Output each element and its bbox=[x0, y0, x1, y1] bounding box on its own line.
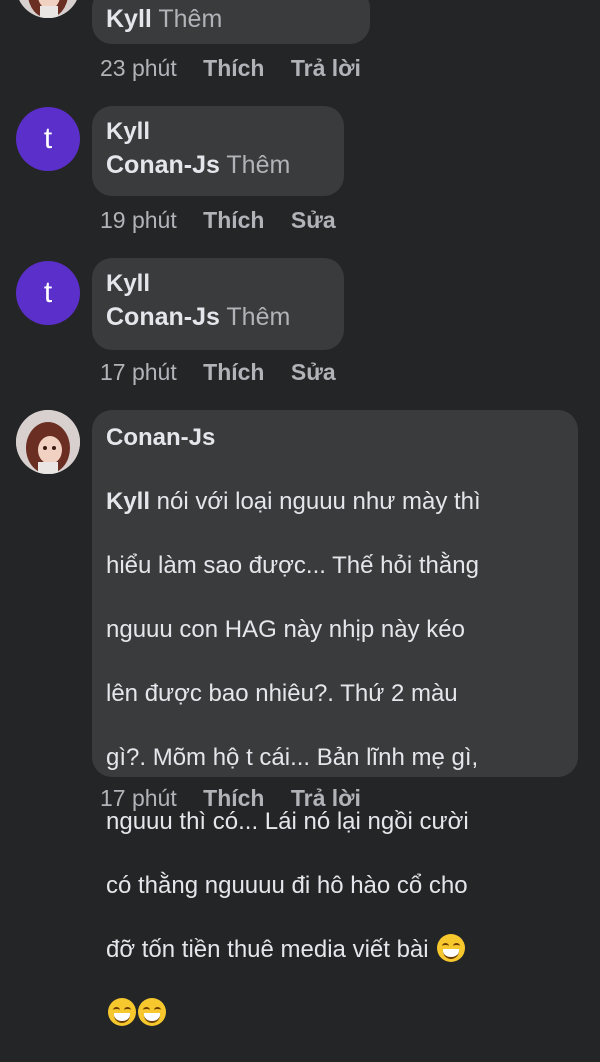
like-button[interactable]: Thích bbox=[203, 357, 264, 387]
grinning-face-icon bbox=[437, 934, 466, 962]
comment-line: gì?. Mõm hộ t cái... Bản lĩnh mẹ gì, bbox=[106, 744, 479, 771]
comment-time: 17 phút bbox=[100, 359, 177, 385]
mention-link[interactable]: Kyll bbox=[106, 488, 150, 515]
comment-text: Kyll Thêm bbox=[106, 2, 356, 36]
comment-meta: 19 phút Thích Sửa bbox=[100, 205, 356, 235]
profile-photo-icon bbox=[16, 410, 80, 474]
comment-bubble: Conan-Js Kyll nói với loại nguuu như mày… bbox=[92, 410, 578, 1026]
comment-line: có thằng nguuuu đi hô hào cổ cho bbox=[106, 872, 468, 899]
comment-text: Kyll nói với loại nguuu như mày thì hiểu… bbox=[106, 454, 564, 1062]
comment-line: Kyll nói với loại nguuu như mày thì bbox=[106, 486, 564, 518]
comment-line: nguuu con HAG này nhịp này kéo bbox=[106, 616, 465, 643]
grinning-face-icon bbox=[108, 998, 136, 1026]
mention-link[interactable]: Conan-Js bbox=[106, 303, 220, 331]
comment-line: đỡ tốn tiền thuê media viết bài bbox=[106, 934, 564, 966]
profile-photo-icon bbox=[16, 0, 80, 18]
comment-author[interactable]: Kyll bbox=[106, 116, 330, 148]
like-button[interactable]: Thích bbox=[203, 53, 264, 83]
comment-bubble: Kyll Thêm bbox=[92, 0, 370, 44]
commenter-avatar[interactable] bbox=[16, 410, 80, 474]
see-more-link[interactable]: Thêm bbox=[226, 303, 290, 331]
reply-button[interactable]: Trả lời bbox=[291, 783, 361, 813]
grinning-face-icon bbox=[138, 998, 166, 1026]
avatar-letter: t bbox=[43, 276, 53, 309]
like-button[interactable]: Thích bbox=[203, 205, 264, 235]
comment-author[interactable]: Conan-Js bbox=[106, 422, 564, 454]
comment-bubble: Kyll Conan-Js Thêm bbox=[92, 258, 344, 350]
edit-button[interactable]: Sửa bbox=[291, 357, 336, 387]
see-more-link[interactable]: Thêm bbox=[158, 5, 222, 33]
mention-link[interactable]: Kyll bbox=[106, 5, 152, 33]
comment-bubble: Kyll Conan-Js Thêm bbox=[92, 106, 344, 196]
commenter-avatar[interactable]: t bbox=[16, 261, 80, 325]
comment-time: 23 phút bbox=[100, 55, 177, 81]
commenter-avatar[interactable]: t bbox=[16, 107, 80, 171]
comment-meta: 17 phút Thích Sửa bbox=[100, 357, 356, 387]
comment-text: Conan-Js Thêm bbox=[106, 300, 330, 334]
reply-button[interactable]: Trả lời bbox=[291, 53, 361, 83]
comment-line: lên được bao nhiêu?. Thứ 2 màu bbox=[106, 680, 458, 707]
comment-meta: 17 phút Thích Trả lời bbox=[100, 783, 381, 813]
like-button[interactable]: Thích bbox=[203, 783, 264, 813]
comment-time: 17 phút bbox=[100, 785, 177, 811]
avatar-letter: t bbox=[43, 122, 53, 155]
comment-line-text: đỡ tốn tiền thuê media viết bài bbox=[106, 936, 429, 963]
comment-meta: 23 phút Thích Trả lời bbox=[100, 53, 381, 83]
comment-author[interactable]: Kyll bbox=[106, 268, 330, 300]
comment-time: 19 phút bbox=[100, 207, 177, 233]
comment-line-text: nói với loại nguuu như mày thì bbox=[150, 488, 481, 515]
comment-line: hiểu làm sao được... Thế hỏi thằng bbox=[106, 552, 479, 579]
see-more-link[interactable]: Thêm bbox=[226, 151, 290, 179]
edit-button[interactable]: Sửa bbox=[291, 205, 336, 235]
comment-text: Conan-Js Thêm bbox=[106, 148, 330, 182]
mention-link[interactable]: Conan-Js bbox=[106, 151, 220, 179]
commenter-avatar[interactable] bbox=[16, 0, 80, 18]
comment-line bbox=[106, 998, 564, 1030]
